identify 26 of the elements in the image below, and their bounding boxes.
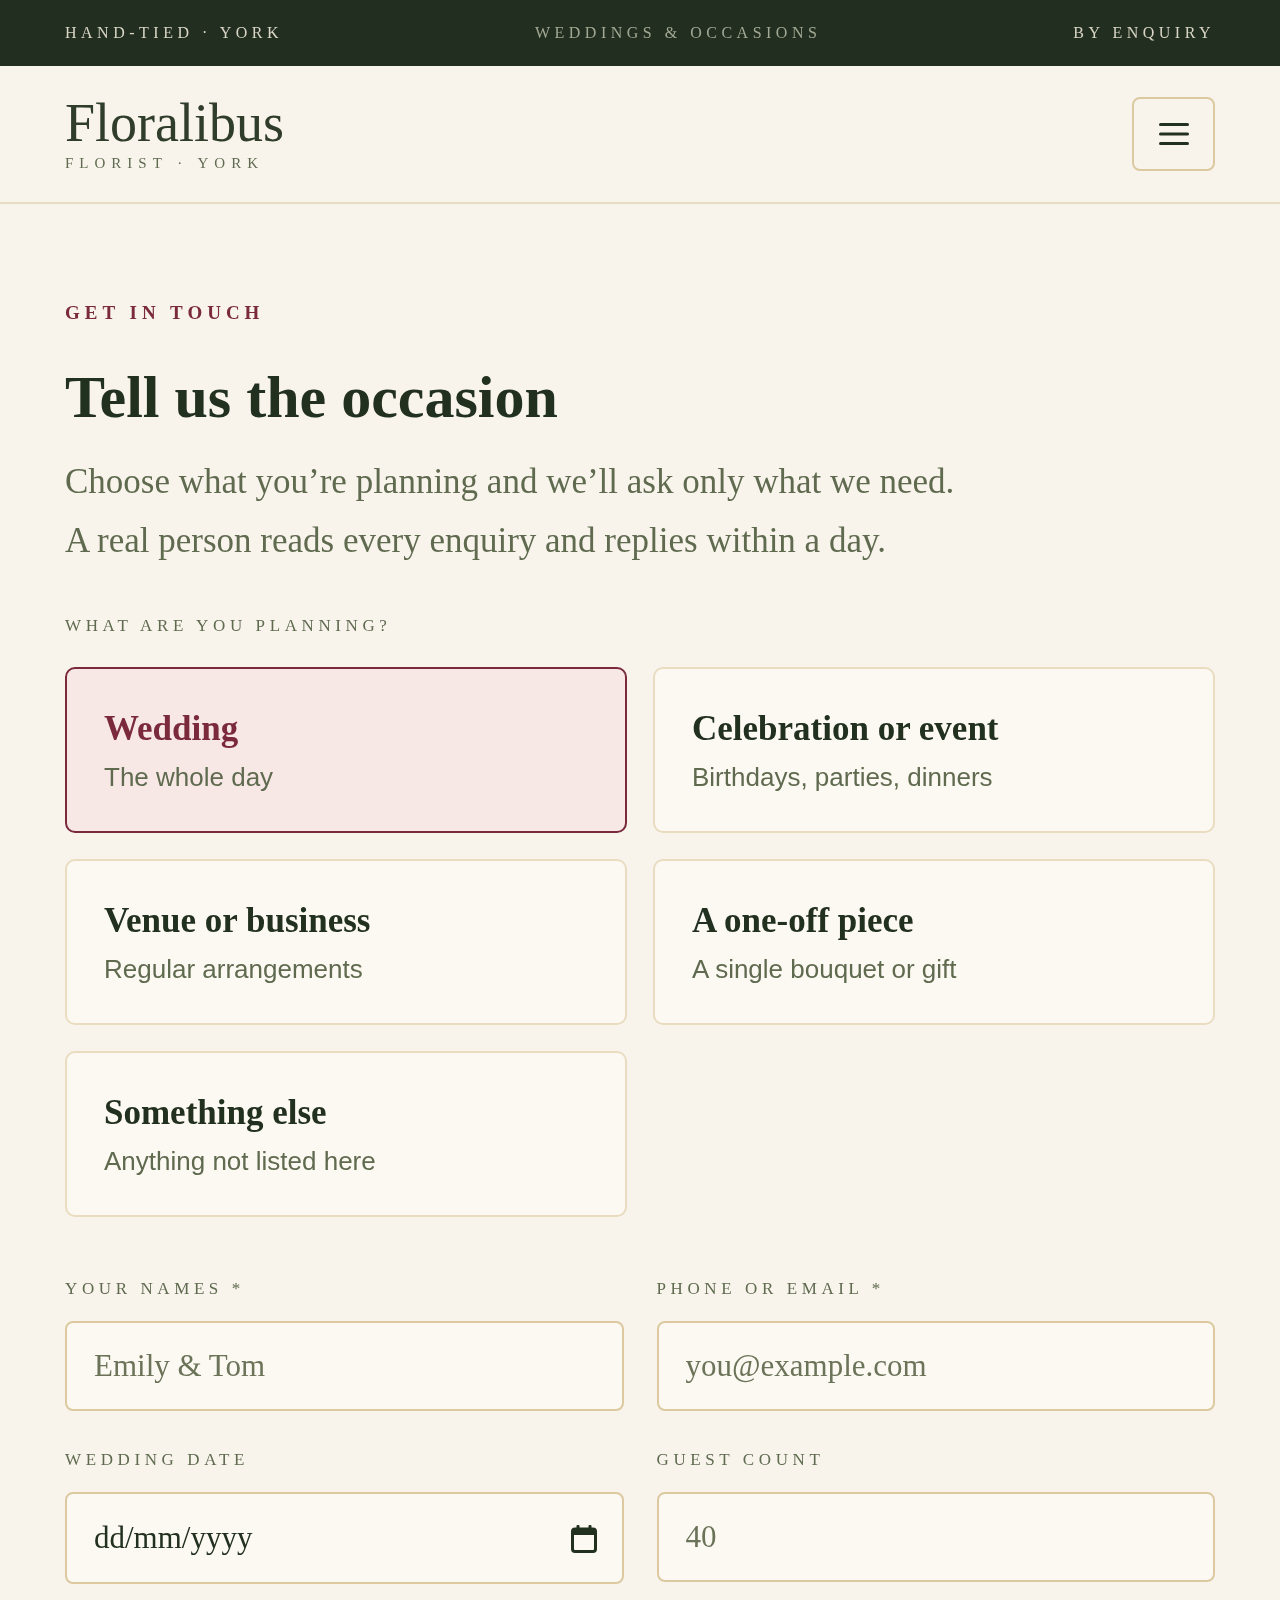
page-heading: Tell us the occasion	[65, 364, 558, 430]
occasion-option[interactable]: Venue or business Regular arrangements	[65, 859, 627, 1025]
field-label: WEDDING DATE	[65, 1450, 250, 1470]
occasion-option[interactable]: A one-off piece A single bouquet or gift	[653, 859, 1215, 1025]
input-field[interactable]: Emily & Tom	[65, 1321, 624, 1411]
tagline-text: BY ENQUIRY	[1073, 23, 1215, 43]
logo-text[interactable]: Floralibus	[65, 96, 284, 150]
menu-icon	[1158, 123, 1189, 145]
field-label: GUEST COUNT	[656, 1450, 825, 1470]
number-field[interactable]: 40	[656, 1492, 1215, 1582]
calendar-icon	[570, 1525, 597, 1553]
question-label: WHAT ARE YOU PLANNING?	[65, 616, 392, 636]
logo-subtitle: FLORIST · YORK	[65, 154, 264, 172]
intro-text: A real person reads every enquiry and replies within a day.	[65, 520, 886, 562]
intro-text: Choose what you’re planning and we’ll ask only what we need.	[65, 461, 955, 503]
occasion-option[interactable]: Celebration or event Birthdays, parties, dinners	[653, 667, 1215, 833]
occasion-option[interactable]: Something else Anything not listed here	[65, 1051, 627, 1217]
eyebrow-text: GET IN TOUCH	[65, 302, 265, 324]
field-label: PHONE OR EMAIL *	[656, 1279, 885, 1299]
field-label: YOUR NAMES *	[65, 1279, 245, 1299]
date-field[interactable]: dd/mm/yyyy	[65, 1492, 624, 1584]
input-field[interactable]: you@example.com	[656, 1321, 1215, 1411]
menu-button[interactable]	[1132, 97, 1215, 171]
tagline-text: WEDDINGS & OCCASIONS	[534, 23, 822, 43]
occasion-option[interactable]: Wedding The whole day	[65, 667, 627, 833]
tagline-text: HAND-TIED · YORK	[65, 23, 284, 43]
